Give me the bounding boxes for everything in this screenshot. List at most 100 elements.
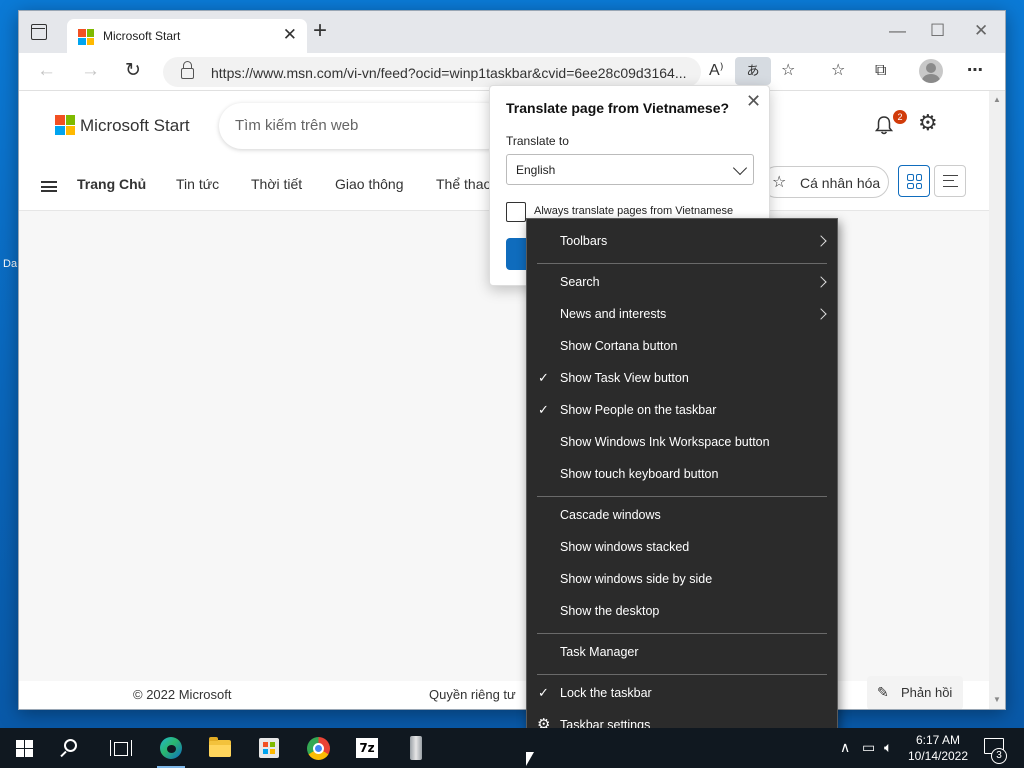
language-select[interactable]: English xyxy=(506,154,754,185)
menu-separator xyxy=(537,496,827,497)
show-hidden-icons-chevron-icon[interactable]: ∧ xyxy=(840,739,850,755)
file-explorer-icon xyxy=(209,737,231,757)
read-aloud-icon[interactable]: A⁾ xyxy=(709,61,724,81)
more-options-icon[interactable]: ⋯ xyxy=(967,61,983,81)
menu-separator xyxy=(537,633,827,634)
clock-time: 6:17 AM xyxy=(915,733,961,747)
mouse-cursor-icon xyxy=(526,752,534,766)
settings-gear-icon[interactable]: ⚙ xyxy=(918,111,938,135)
title-bar: Microsoft Start ✕ + — ☐ ✕ xyxy=(19,11,1005,53)
lock-icon[interactable] xyxy=(181,61,194,79)
personalize-label: Cá nhân hóa xyxy=(800,175,881,191)
always-translate-checkbox[interactable] xyxy=(506,202,526,222)
nav-item-weather[interactable]: Thời tiết xyxy=(251,176,302,192)
favorites-icon[interactable]: ☆ xyxy=(831,61,845,81)
feedback-icon: ✎ xyxy=(877,684,889,700)
menu-item-label: Lock the taskbar xyxy=(560,686,652,700)
menu-item-show-desktop[interactable]: Show the desktop xyxy=(527,596,837,628)
start-button[interactable] xyxy=(0,728,48,768)
list-view-button[interactable] xyxy=(934,165,966,197)
taskbar-file-explorer[interactable] xyxy=(196,728,244,768)
taskbar-edge[interactable] xyxy=(147,728,195,768)
menu-item-search[interactable]: Search xyxy=(527,267,837,299)
minimize-icon[interactable]: — xyxy=(889,21,906,41)
taskbar-chrome[interactable] xyxy=(294,728,342,768)
menu-separator xyxy=(537,674,827,675)
maximize-icon[interactable]: ☐ xyxy=(930,21,945,41)
menu-item-label: News and interests xyxy=(560,307,667,321)
site-footer: © 2022 Microsoft Quyền riêng tư xyxy=(19,681,1005,709)
menu-item-show-windows-side-by-side[interactable]: Show windows side by side xyxy=(527,564,837,596)
close-window-icon[interactable]: ✕ xyxy=(974,21,988,41)
nav-item-sports[interactable]: Thể thao xyxy=(436,176,491,192)
menu-item-show-cortana[interactable]: Show Cortana button xyxy=(527,331,837,363)
tab-microsoft-start[interactable]: Microsoft Start ✕ xyxy=(67,19,307,53)
task-view-button[interactable] xyxy=(96,728,144,768)
menu-item-show-ink-workspace[interactable]: Show Windows Ink Workspace button xyxy=(527,427,837,459)
back-arrow-icon[interactable]: ← xyxy=(37,61,56,81)
clock-date: 10/14/2022 xyxy=(907,749,969,763)
menu-item-toolbars[interactable]: Toolbars xyxy=(527,226,837,258)
checkmark-icon: ✓ xyxy=(538,370,549,385)
nav-item-news[interactable]: Tin tức xyxy=(176,176,219,192)
tab-close-icon[interactable]: ✕ xyxy=(283,26,297,44)
page-scrollbar[interactable]: ▲ ▼ xyxy=(989,91,1005,709)
profile-avatar[interactable] xyxy=(919,59,943,83)
site-brand[interactable]: Microsoft Start xyxy=(80,116,190,136)
menu-item-task-manager[interactable]: Task Manager xyxy=(527,637,837,669)
list-view-icon xyxy=(943,175,958,187)
close-icon[interactable]: ✕ xyxy=(746,92,761,110)
tab-actions-icon[interactable] xyxy=(31,24,47,40)
volume-icon[interactable]: 🔈︎ xyxy=(884,739,892,755)
clock[interactable]: 6:17 AM 10/14/2022 xyxy=(900,732,976,764)
web-search-input[interactable]: Tìm kiếm trên web xyxy=(219,103,509,149)
forward-arrow-icon[interactable]: → xyxy=(81,61,100,81)
collections-icon[interactable]: ⧉ xyxy=(875,61,886,81)
refresh-icon[interactable]: ↻ xyxy=(125,61,141,81)
store-icon xyxy=(259,738,279,758)
menu-item-show-touch-keyboard[interactable]: Show touch keyboard button xyxy=(527,459,837,491)
menu-item-show-people[interactable]: ✓ Show People on the taskbar xyxy=(527,395,837,427)
personalize-button[interactable]: ☆ Cá nhân hóa xyxy=(761,166,889,198)
always-translate-label[interactable]: Always translate pages from Vietnamese xyxy=(534,205,733,217)
footer-privacy-link[interactable]: Quyền riêng tư xyxy=(429,687,516,702)
taskbar-7zip[interactable]: 7z xyxy=(343,728,391,768)
url-text[interactable]: https://www.msn.com/vi-vn/feed?ocid=winp… xyxy=(211,65,687,81)
feedback-button[interactable]: ✎ Phản hồi xyxy=(867,676,963,709)
new-tab-button[interactable]: + xyxy=(313,19,327,43)
scroll-down-icon[interactable]: ▼ xyxy=(993,695,1001,704)
taskbar-search-button[interactable] xyxy=(48,728,96,768)
menu-item-lock-taskbar[interactable]: ✓ Lock the taskbar xyxy=(527,678,837,710)
chevron-right-icon xyxy=(815,276,827,288)
menu-item-news-and-interests[interactable]: News and interests xyxy=(527,299,837,331)
bell-icon[interactable] xyxy=(875,115,893,135)
taskbar-app[interactable] xyxy=(392,728,440,768)
footer-copyright: © 2022 Microsoft xyxy=(133,687,232,702)
menu-item-show-windows-stacked[interactable]: Show windows stacked xyxy=(527,532,837,564)
tab-title: Microsoft Start xyxy=(103,29,181,43)
menu-hamburger-icon[interactable] xyxy=(41,181,57,192)
taskbar-store[interactable] xyxy=(245,728,293,768)
nav-item-traffic[interactable]: Giao thông xyxy=(335,176,404,192)
nav-item-home[interactable]: Trang Chủ xyxy=(77,176,146,192)
menu-item-label: Show People on the taskbar xyxy=(560,403,717,417)
menu-item-cascade-windows[interactable]: Cascade windows xyxy=(527,500,837,532)
translate-icon[interactable]: あ xyxy=(735,57,771,85)
menu-item-label: Show Windows Ink Workspace button xyxy=(560,435,770,449)
network-icon[interactable]: ▭ xyxy=(862,739,875,755)
microsoft-logo-icon[interactable] xyxy=(55,115,75,135)
add-favorite-icon[interactable]: ☆ xyxy=(781,61,795,81)
desktop-icon-label[interactable]: Da xyxy=(3,258,17,270)
url-field[interactable]: https://www.msn.com/vi-vn/feed?ocid=winp… xyxy=(163,57,701,87)
scroll-up-icon[interactable]: ▲ xyxy=(993,95,1001,104)
language-select-value: English xyxy=(516,163,556,177)
search-icon xyxy=(64,739,77,752)
menu-item-show-task-view[interactable]: ✓ Show Task View button xyxy=(527,363,837,395)
menu-item-label: Cascade windows xyxy=(560,508,661,522)
grid-view-icon xyxy=(907,174,922,189)
chevron-down-icon xyxy=(732,160,748,176)
grid-view-button[interactable] xyxy=(898,165,930,197)
menu-item-label: Show the desktop xyxy=(560,604,660,618)
checkmark-icon: ✓ xyxy=(538,402,549,417)
feedback-label: Phản hồi xyxy=(901,685,953,700)
